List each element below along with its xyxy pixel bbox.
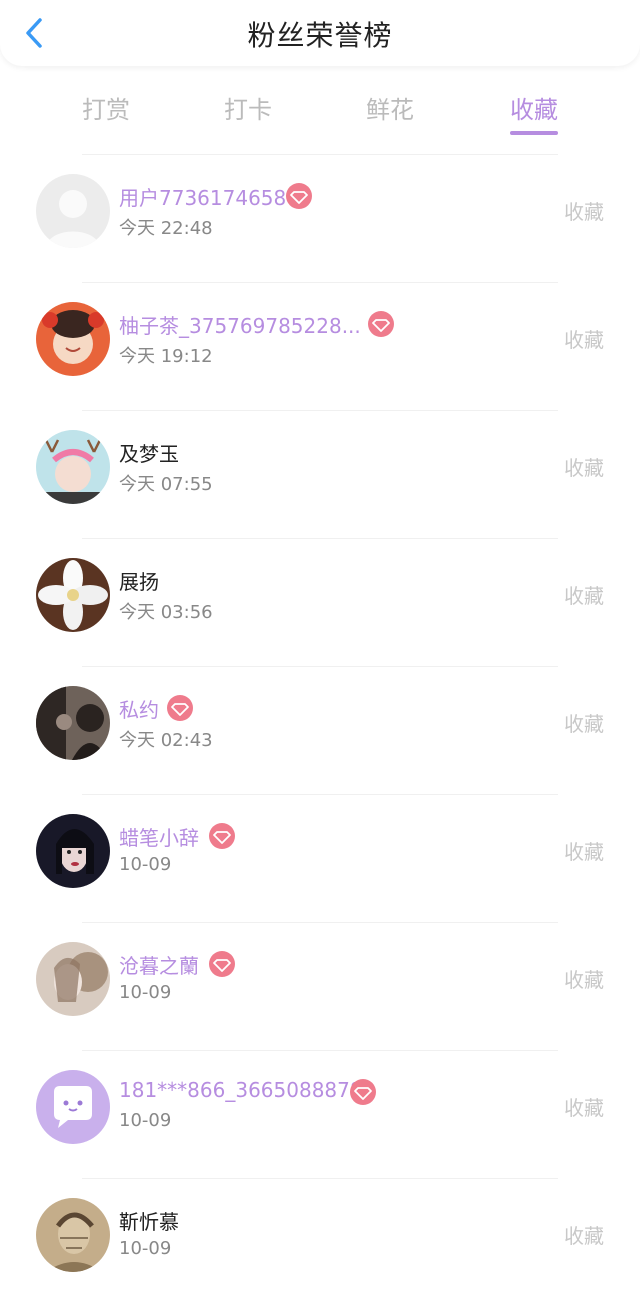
avatar[interactable] [36, 430, 110, 504]
default-user-avatar-icon [36, 174, 110, 248]
fan-name: 沧暮之蘭 [119, 954, 199, 978]
fan-name: 及梦玉 [119, 442, 179, 466]
fan-time: 今天 07:55 [119, 474, 213, 495]
tab-label: 鲜花 [366, 96, 414, 124]
list-item[interactable]: 用户7736174658 今天 22:48 收藏 [0, 154, 640, 282]
divider [82, 538, 558, 539]
divider [82, 666, 558, 667]
list-item[interactable]: 181***866_3665088878 10-09 收藏 [0, 1050, 640, 1178]
diamond-badge-icon [209, 823, 235, 849]
fan-name: 私约 [119, 698, 159, 722]
favorite-button[interactable]: 收藏 [564, 324, 604, 353]
photo-avatar-icon [36, 686, 110, 760]
fan-time: 今天 03:56 [119, 602, 213, 623]
divider [82, 154, 558, 155]
favorite-button[interactable]: 收藏 [564, 196, 604, 225]
avatar[interactable] [36, 174, 110, 248]
top-bar: 粉丝荣誉榜 [0, 0, 640, 66]
fan-name: 展扬 [119, 570, 159, 594]
fan-time: 10-09 [119, 1110, 172, 1131]
tab-label: 打赏 [82, 96, 130, 124]
divider [82, 1050, 558, 1051]
diamond-badge-icon [167, 695, 193, 721]
avatar[interactable] [36, 1070, 110, 1144]
tab-checkin[interactable]: 打卡 [188, 90, 308, 125]
list-item[interactable]: 靳忻慕 10-09 收藏 [0, 1178, 640, 1306]
tab-reward[interactable]: 打赏 [46, 90, 166, 125]
diamond-badge-icon [286, 183, 312, 209]
avatar[interactable] [36, 302, 110, 376]
fan-time: 10-09 [119, 854, 172, 875]
fan-time: 10-09 [119, 982, 172, 1003]
list-item[interactable]: 及梦玉 今天 07:55 收藏 [0, 410, 640, 538]
avatar[interactable] [36, 942, 110, 1016]
list-item[interactable]: 蜡笔小辞 10-09 收藏 [0, 794, 640, 922]
divider [82, 410, 558, 411]
favorite-button[interactable]: 收藏 [564, 452, 604, 481]
fan-time: 今天 22:48 [119, 218, 213, 239]
favorite-button[interactable]: 收藏 [564, 1220, 604, 1249]
favorite-button[interactable]: 收藏 [564, 1092, 604, 1121]
tab-favorites[interactable]: 收藏 [474, 90, 594, 135]
tab-label: 打卡 [224, 96, 272, 124]
fan-time: 10-09 [119, 1238, 172, 1259]
chat-bubble-avatar-icon [36, 1070, 110, 1144]
photo-avatar-icon [36, 302, 110, 376]
favorite-button[interactable]: 收藏 [564, 580, 604, 609]
favorite-button[interactable]: 收藏 [564, 964, 604, 993]
fan-name: 用户7736174658 [119, 186, 287, 210]
divider [82, 922, 558, 923]
tab-label: 收藏 [510, 96, 558, 124]
diamond-badge-icon [350, 1079, 376, 1105]
list-item[interactable]: 柚子茶_375769785228... 今天 19:12 收藏 [0, 282, 640, 410]
fan-time: 今天 19:12 [119, 346, 213, 367]
diamond-badge-icon [368, 311, 394, 337]
divider [82, 282, 558, 283]
fan-name: 蜡笔小辞 [119, 826, 199, 850]
tab-bar: 打赏 打卡 鲜花 收藏 [0, 66, 640, 154]
divider [82, 1178, 558, 1179]
photo-avatar-icon [36, 814, 110, 888]
avatar[interactable] [36, 686, 110, 760]
favorite-button[interactable]: 收藏 [564, 836, 604, 865]
flower-avatar-icon [36, 558, 110, 632]
fan-name: 181***866_3665088878 [119, 1078, 363, 1102]
avatar[interactable] [36, 814, 110, 888]
fan-name: 靳忻慕 [119, 1210, 179, 1234]
avatar[interactable] [36, 1198, 110, 1272]
fan-time: 今天 02:43 [119, 730, 213, 751]
favorite-button[interactable]: 收藏 [564, 708, 604, 737]
list-item[interactable]: 私约 今天 02:43 收藏 [0, 666, 640, 794]
divider [82, 794, 558, 795]
photo-avatar-icon [36, 430, 110, 504]
photo-avatar-icon [36, 942, 110, 1016]
avatar[interactable] [36, 558, 110, 632]
active-tab-indicator [510, 131, 558, 135]
page-title: 粉丝荣誉榜 [247, 19, 393, 52]
diamond-badge-icon [209, 951, 235, 977]
tab-flowers[interactable]: 鲜花 [330, 90, 450, 125]
list-item[interactable]: 展扬 今天 03:56 收藏 [0, 538, 640, 666]
fan-list: 用户7736174658 今天 22:48 收藏 柚子茶_37576978522… [0, 154, 640, 1306]
photo-avatar-icon [36, 1198, 110, 1272]
fan-name: 柚子茶_375769785228... [119, 314, 361, 338]
list-item[interactable]: 沧暮之蘭 10-09 收藏 [0, 922, 640, 1050]
